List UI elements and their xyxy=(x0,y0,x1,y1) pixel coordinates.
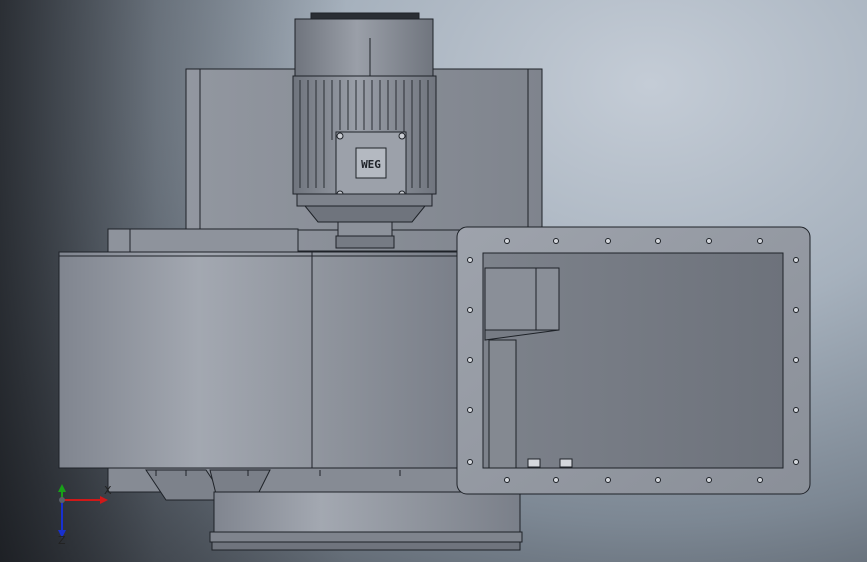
inlet-bell xyxy=(209,491,523,551)
axis-x-label: X xyxy=(104,484,112,497)
motor-nameplate-text: WEG xyxy=(361,158,381,171)
fan-assembly-model: WEG xyxy=(58,12,811,551)
fan-housing xyxy=(58,251,460,469)
axis-triad: X Z xyxy=(48,482,118,552)
cad-viewport[interactable]: WEG X Z xyxy=(0,0,867,562)
axis-z-label: Z xyxy=(58,534,66,547)
base-step-left xyxy=(107,228,299,254)
electric-motor xyxy=(292,12,437,249)
outlet-flange xyxy=(456,226,811,495)
